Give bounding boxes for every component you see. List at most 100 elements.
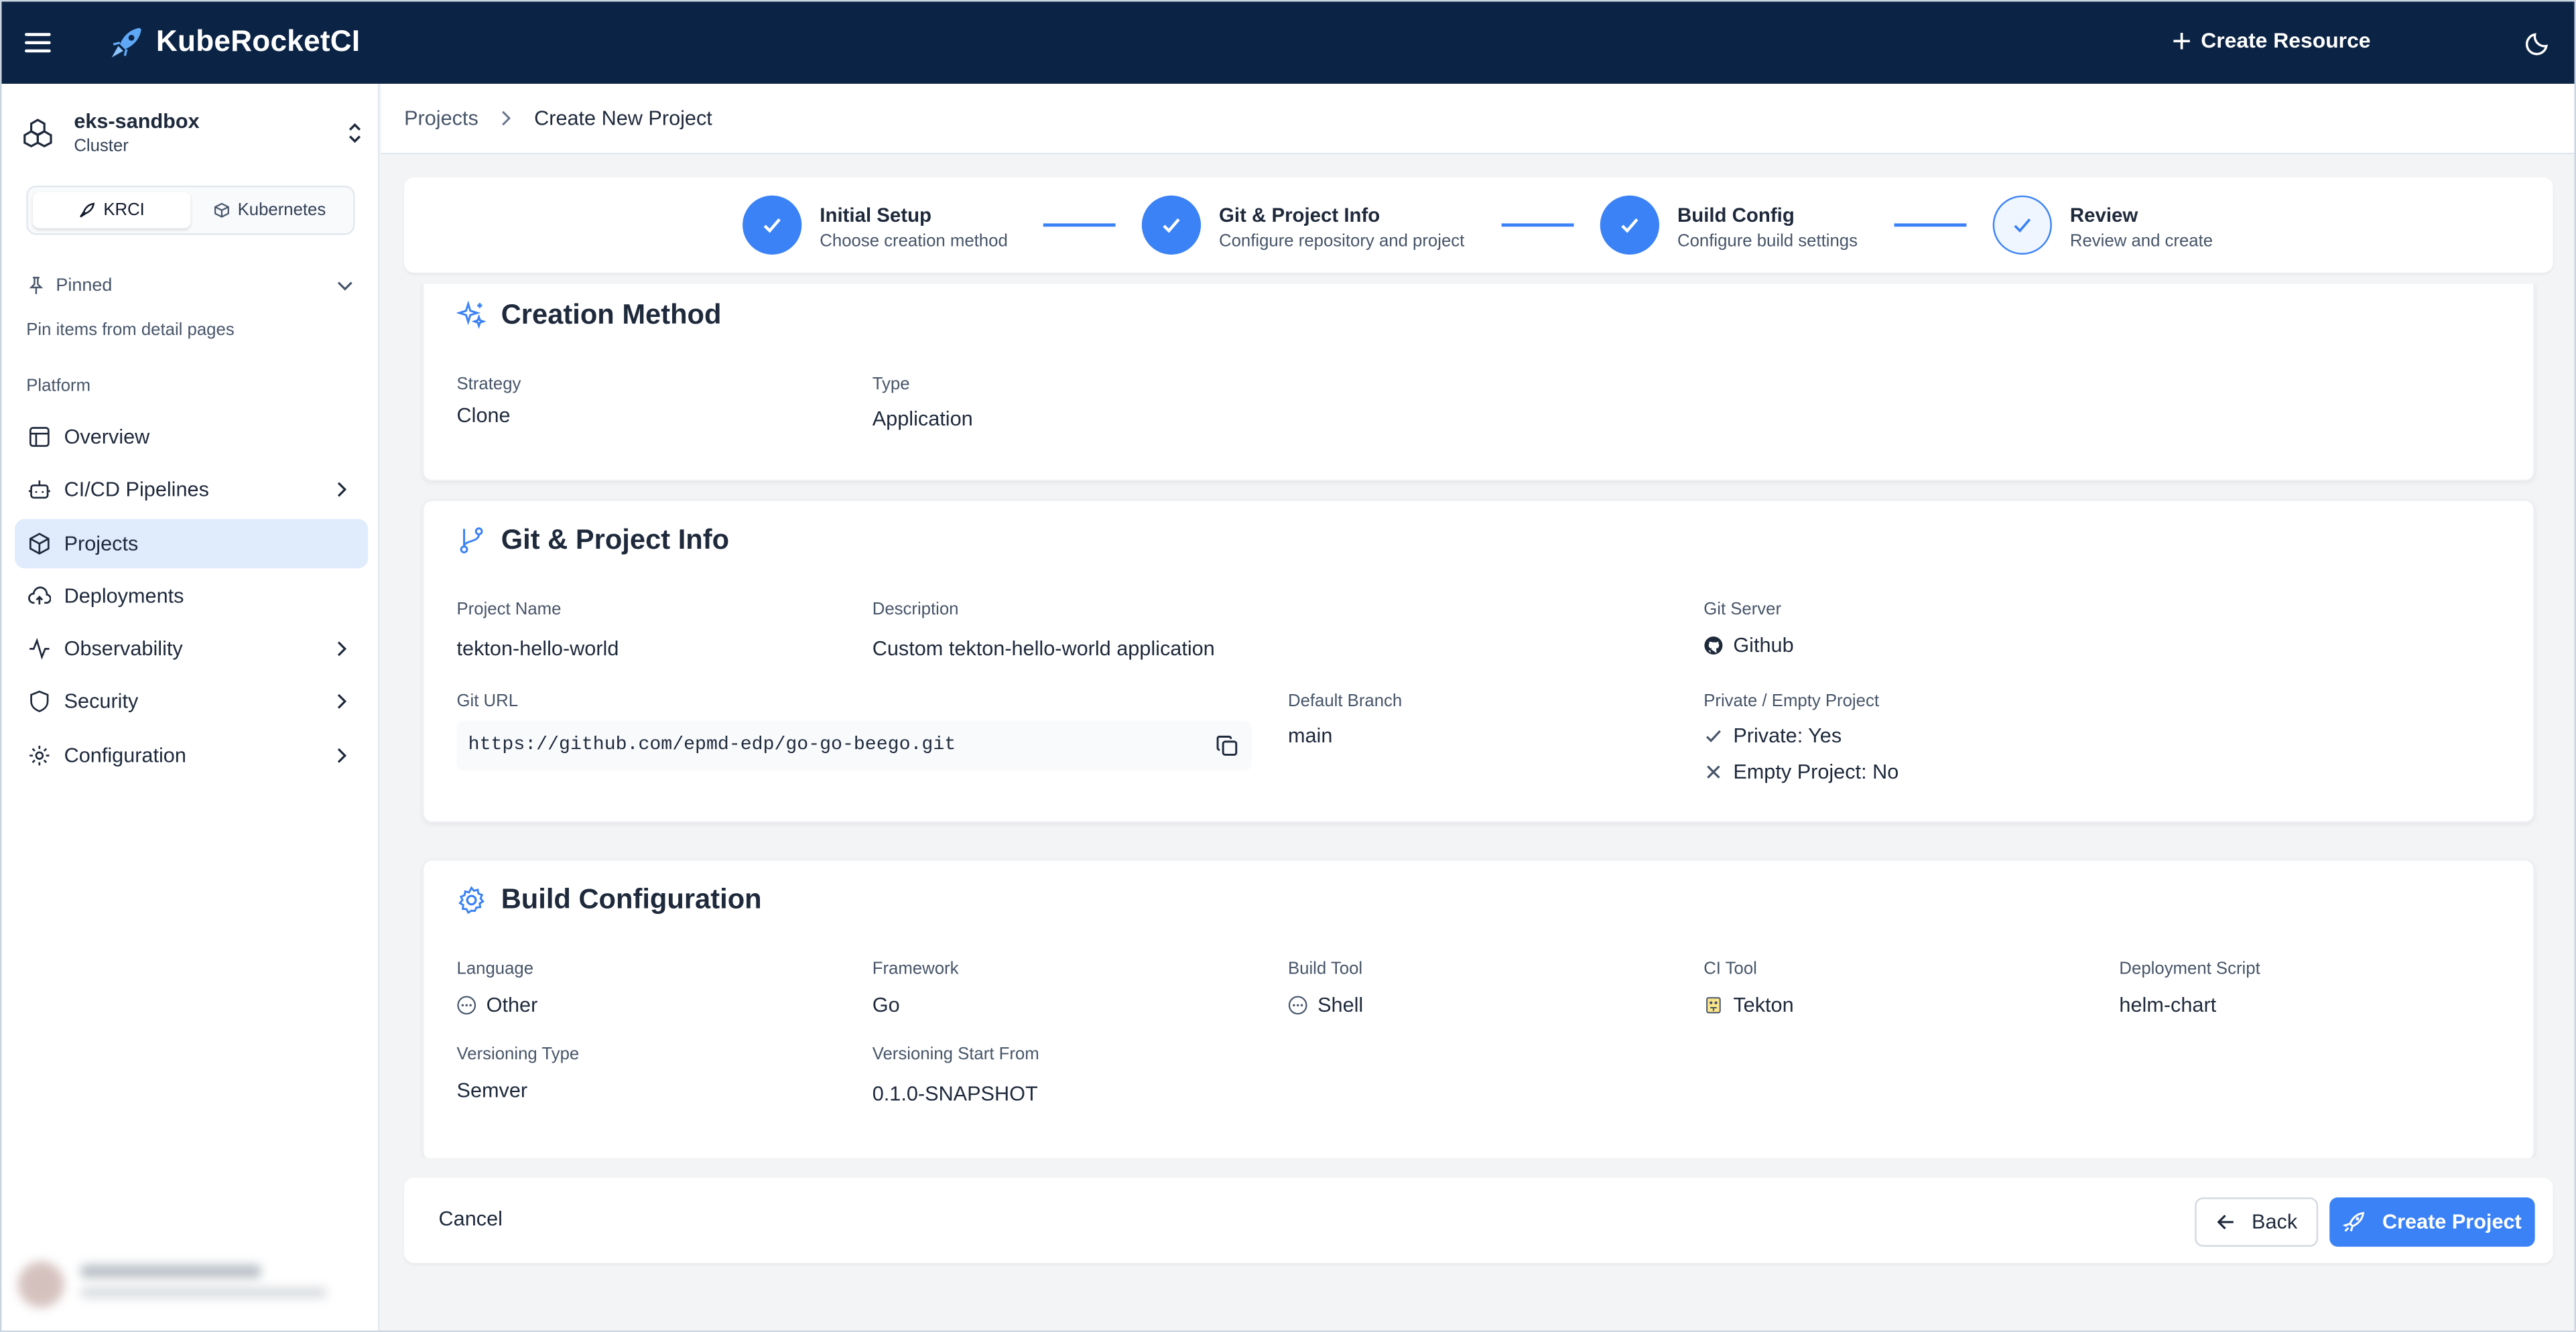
type-label: Type [872,374,910,395]
tab-kubernetes[interactable]: Kubernetes [190,192,348,228]
check-icon [1600,195,1660,255]
top-bar: KubeRocketCI Create Resource [1,1,2575,84]
sidebar-item-cicd-pipelines[interactable]: CI/CD Pipelines [15,466,368,515]
strategy-label: Strategy [456,374,521,395]
strategy-value: Clone [456,404,511,427]
check-icon [1992,195,2052,255]
step-connector [1894,223,1967,227]
user-email-redacted [80,1287,327,1298]
sidebar-item-security[interactable]: Security [15,677,368,727]
main-content: Projects Create New Project Initial Setu… [381,84,2575,1331]
tab-krci[interactable]: KRCI [33,192,191,228]
create-resource-button[interactable]: Create Resource [2171,28,2371,52]
sidebar-item-label: Overview [64,425,150,449]
step-title: Git & Project Info [1219,203,1380,227]
git-url-value: https://github.com/epmd-edp/go-go-beego.… [468,734,956,756]
chevrons-up-down-icon [348,123,361,143]
sidebar-item-deployments[interactable]: Deployments [15,572,368,621]
chevron-down-icon [337,281,352,291]
empty-project-text: Empty Project: No [1733,760,1899,784]
gear-icon [29,745,50,765]
git-server-text: Github [1733,634,1794,657]
build-tool-label: Build Tool [1287,959,1363,980]
box-icon [214,202,229,218]
github-icon [1704,636,1723,655]
create-project-label: Create Project [2382,1210,2522,1234]
user-profile[interactable] [11,1255,369,1314]
chevron-right-icon [502,111,511,126]
sidebar-item-observability[interactable]: Observability [15,624,368,674]
ci-tool-value: Tekton [1703,994,1794,1016]
cluster-switcher[interactable]: eks-sandbox Cluster [21,107,367,159]
sidebar-item-label: Observability [64,637,183,661]
breadcrumb-current: Create New Project [534,107,712,130]
check-icon [1705,730,1721,742]
card-title: Git & Project Info [501,524,730,555]
framework-label: Framework [872,959,959,980]
breadcrumb-projects-link[interactable]: Projects [404,107,478,129]
sidebar-item-label: Projects [64,531,139,555]
sidebar-item-label: Configuration [64,743,186,767]
card-title: Creation Method [501,299,722,330]
description-label: Description [872,599,959,620]
description-value: Custom tekton-hello-world application [872,637,1215,661]
user-name-redacted [80,1264,261,1278]
language-label: Language [456,959,534,980]
chevron-right-icon [337,482,347,498]
activity-icon [29,638,50,661]
wizard-footer: Cancel Back Create Project [404,1177,2553,1264]
hamburger-menu-icon[interactable] [23,28,52,58]
create-project-button[interactable]: Create Project [2329,1197,2535,1247]
sidebar: eks-sandbox Cluster KRCI Kubernetes Pinn… [1,84,380,1331]
tekton-icon [1706,997,1721,1014]
moon-icon[interactable] [2525,29,2551,56]
default-branch-value: main [1287,724,1333,748]
box-icon [29,532,50,554]
ci-tool-label: CI Tool [1703,959,1757,980]
breadcrumb: Projects Create New Project [381,84,2575,155]
wizard-stepper: Initial Setup Choose creation method Git… [404,177,2553,273]
framework-value: Go [872,994,900,1017]
versioning-start-label: Versioning Start From [872,1045,1039,1065]
step-title: Build Config [1677,203,1795,227]
git-project-info-card: Git & Project Info Project Name tekton-h… [422,499,2535,823]
default-branch-label: Default Branch [1287,691,1403,712]
sidebar-item-projects[interactable]: Projects [15,518,369,568]
private-value: Private: Yes [1703,724,1842,747]
more-circle-icon [1288,996,1307,1015]
git-branch-icon [460,527,483,553]
chevron-right-icon [337,695,347,710]
app-root: KubeRocketCI Create Resource eks-sandbox… [0,0,2576,1332]
bot-icon [28,480,50,499]
cluster-icon [23,119,52,147]
versioning-start-value: 0.1.0-SNAPSHOT [872,1082,1038,1106]
versioning-type-label: Versioning Type [456,1045,580,1065]
step-title: Initial Setup [820,203,932,227]
app-title: KubeRocketCI [155,24,361,58]
cluster-type: Cluster [74,136,129,156]
sidebar-item-label: Security [64,690,139,714]
card-header: Build Configuration [457,884,762,917]
copy-icon[interactable] [1216,734,1238,757]
step-connector [1043,223,1116,227]
review-scroll-area[interactable]: Creation Method Strategy Clone Type Appl… [404,284,2553,1158]
plus-icon [2173,31,2190,49]
pinned-section-toggle[interactable]: Pinned [26,276,355,295]
check-icon [1141,195,1202,255]
platform-section-label: Platform [26,376,91,396]
sidebar-item-overview[interactable]: Overview [15,412,368,462]
language-value: Other [457,994,537,1016]
cancel-button[interactable]: Cancel [439,1207,503,1230]
type-value: Application [872,407,973,431]
mode-toggle: KRCI Kubernetes [26,186,355,235]
rocket-icon [79,202,95,218]
card-title: Build Configuration [501,883,762,915]
sparkles-icon [456,300,487,329]
step-connector [1501,223,1574,227]
avatar [17,1261,64,1308]
sidebar-item-configuration[interactable]: Configuration [15,730,368,780]
cluster-name: eks-sandbox [74,110,200,133]
x-icon [1707,765,1720,779]
back-button[interactable]: Back [2195,1197,2319,1247]
pinned-label: Pinned [56,275,113,296]
